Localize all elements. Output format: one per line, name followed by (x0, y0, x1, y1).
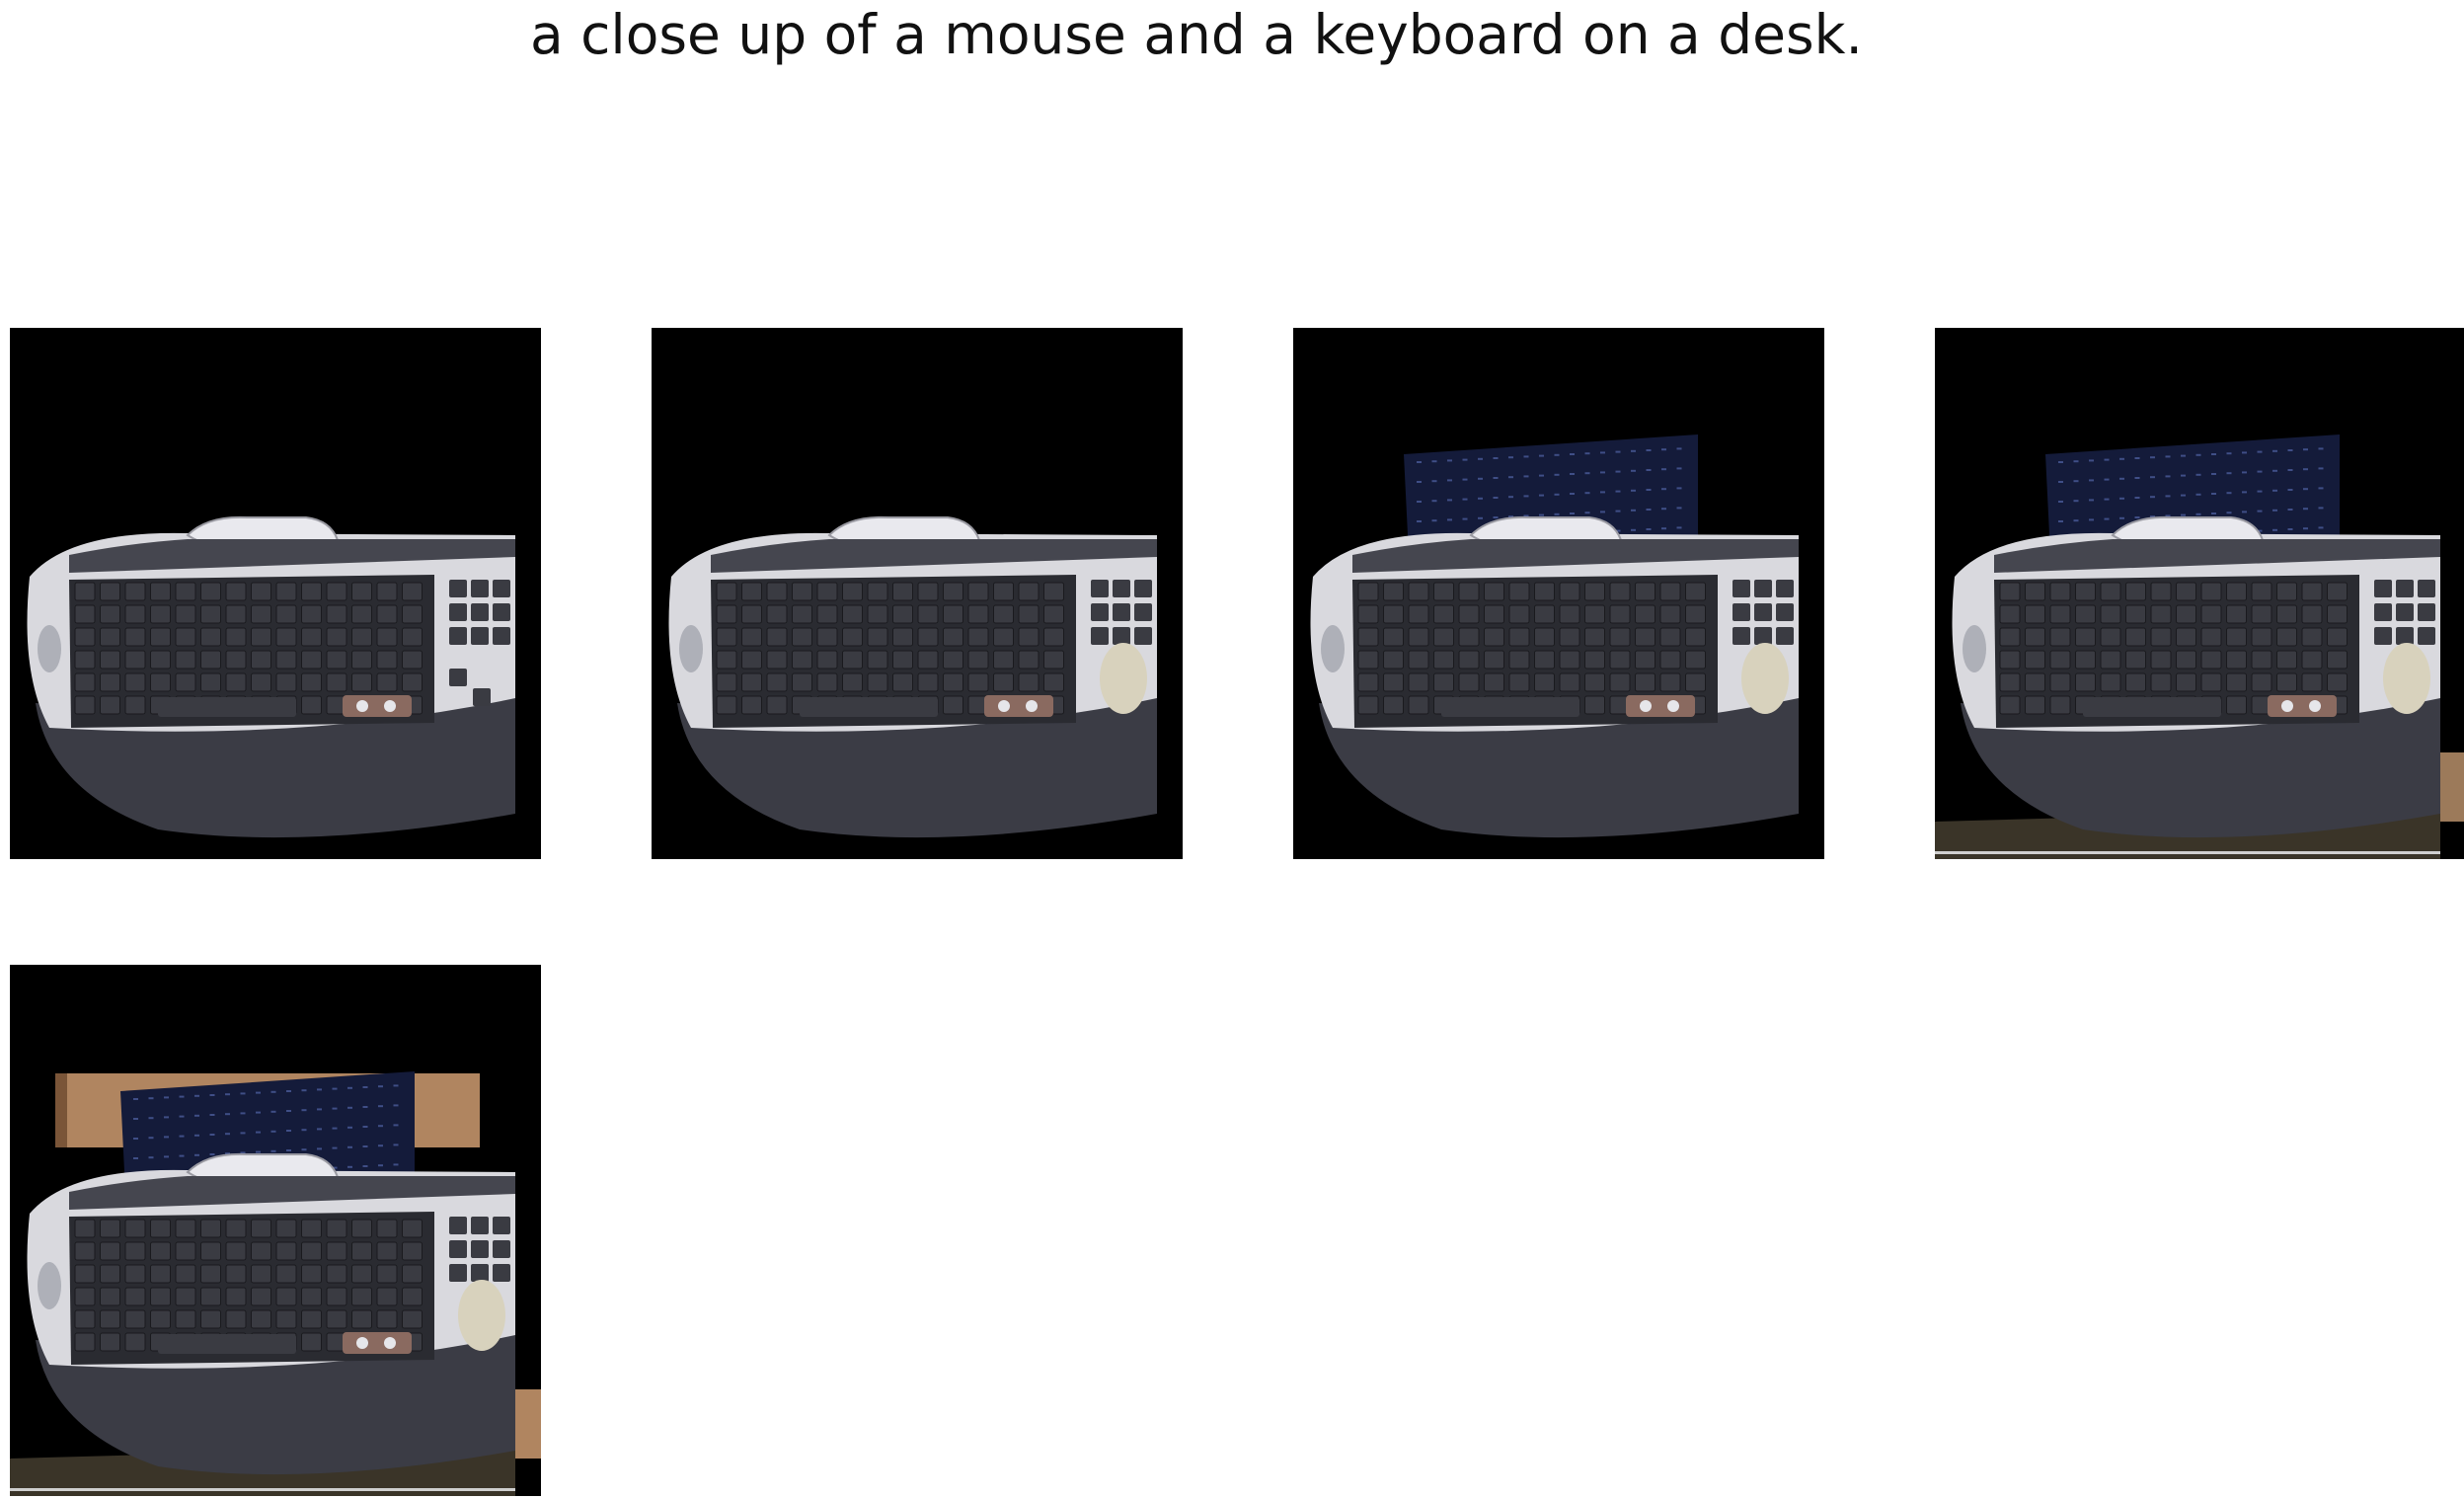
image-panel-5 (10, 965, 541, 1496)
keyboard-image (10, 965, 541, 1496)
image-panel-1 (10, 328, 541, 859)
keyboard-image (10, 328, 541, 859)
image-panel-4 (1935, 328, 2464, 859)
keyboard-image (1935, 328, 2464, 859)
keyboard-image (1293, 328, 1824, 859)
image-caption: a close up of a mouse and a keyboard on … (530, 3, 1863, 66)
keyboard-image (652, 328, 1183, 859)
image-panel-2 (652, 328, 1183, 859)
image-panel-3 (1293, 328, 1824, 859)
